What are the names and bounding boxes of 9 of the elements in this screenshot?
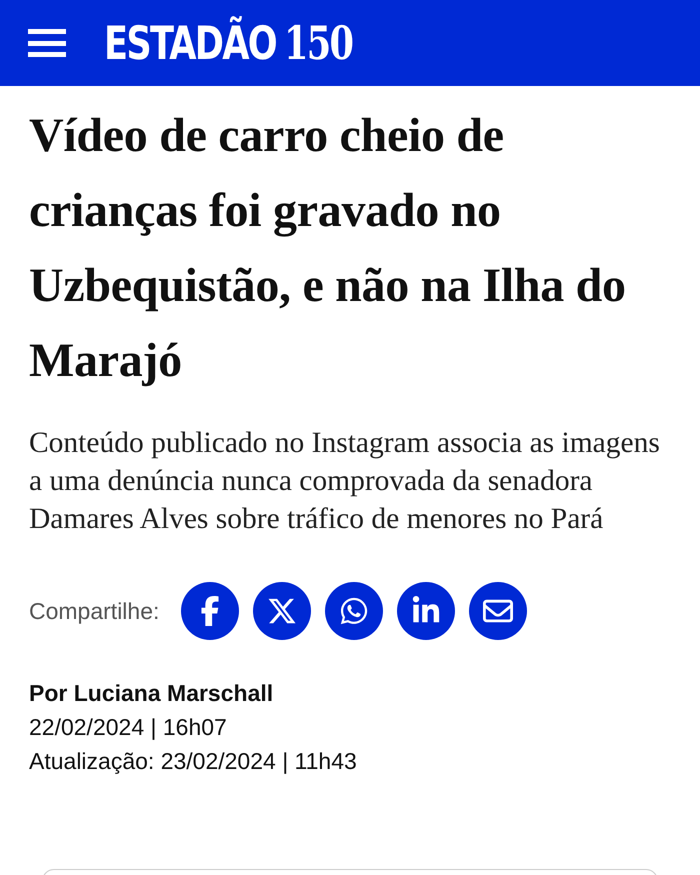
menu-icon[interactable]	[28, 29, 66, 57]
headline: Vídeo de carro cheio de crianças foi gravado no Uzbequistão, e não na Ilha do Marajó	[29, 108, 627, 389]
publish-date: 22/02/2024 | 16h07	[29, 713, 228, 742]
update-date: Atualização: 23/02/2024 | 11h43	[29, 747, 358, 776]
share-label: Compartilhe:	[29, 596, 160, 626]
subheadline: Conteúdo publicado no Instagram associa as imagens a uma denúncia nunca comprovada da senadora Damares Alves sobre tráfico de menores no Pará	[29, 426, 661, 537]
author-name: Por Luciana Marschall	[29, 679, 274, 708]
whatsapp-icon	[339, 596, 370, 626]
x-icon	[267, 596, 298, 626]
